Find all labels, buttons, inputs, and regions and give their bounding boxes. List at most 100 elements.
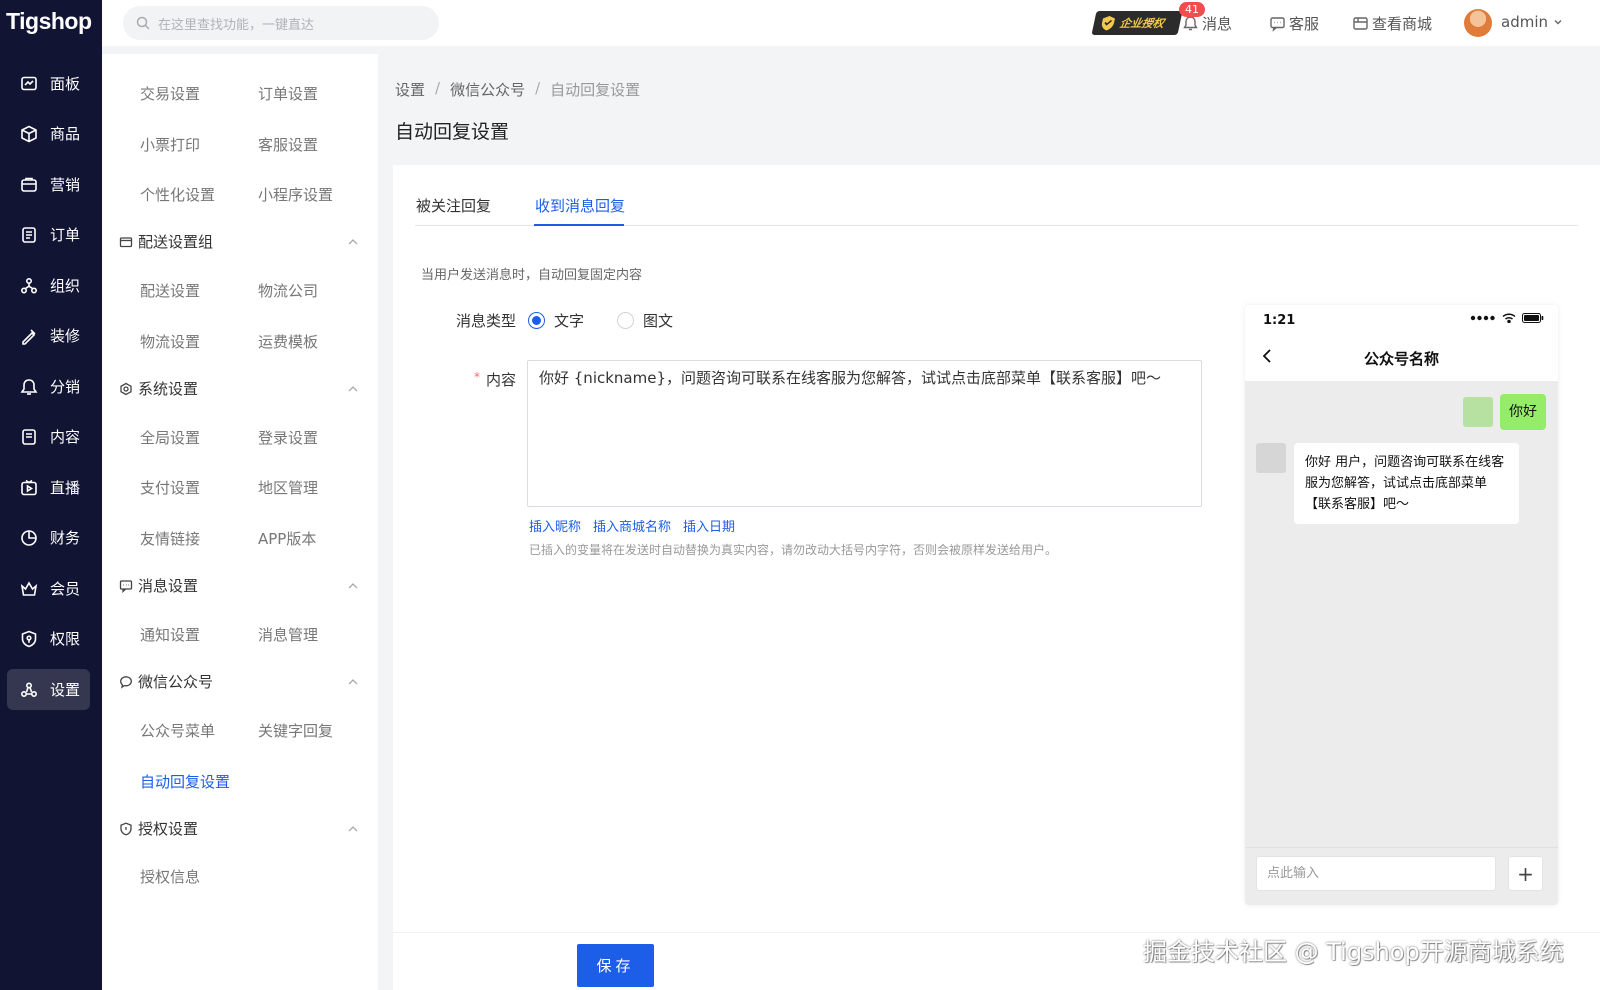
rail-item-distribution[interactable]: 分销 xyxy=(7,366,90,407)
nav-group-message[interactable]: 消息设置 xyxy=(119,575,364,596)
search-placeholder: 在这里查找功能，一键直达 xyxy=(158,17,315,33)
page-title: 自动回复设置 xyxy=(395,121,510,143)
rail-label: 商品 xyxy=(50,125,81,143)
radio-label: 图文 xyxy=(643,312,674,330)
rail-label: 订单 xyxy=(50,226,81,244)
tab-follow-reply[interactable]: 被关注回复 xyxy=(416,195,491,216)
box-icon xyxy=(18,125,40,143)
nav-item-logistics[interactable]: 物流设置 xyxy=(140,331,200,352)
nav-item-msg-manage[interactable]: 消息管理 xyxy=(258,624,318,645)
global-search[interactable]: 在这里查找功能，一键直达 xyxy=(123,6,439,40)
rail-label: 财务 xyxy=(50,529,81,547)
radio-dot xyxy=(617,312,634,329)
plus-button[interactable]: + xyxy=(1508,856,1543,891)
avatar[interactable] xyxy=(1464,9,1492,37)
rail-item-finance[interactable]: 财务 xyxy=(7,517,90,558)
nav-group-system[interactable]: 系统设置 xyxy=(119,378,364,399)
rail-item-marketing[interactable]: 营销 xyxy=(7,164,90,205)
nav-group-wechat[interactable]: 微信公众号 xyxy=(119,671,364,692)
outgoing-message: 你好 xyxy=(1463,394,1546,430)
nav-item-links[interactable]: 友情链接 xyxy=(140,528,200,549)
rail-item-decorate[interactable]: 装修 xyxy=(7,315,90,356)
breadcrumb-current: 自动回复设置 xyxy=(550,81,641,99)
rail-label: 装修 xyxy=(50,327,81,345)
nav-item-payment[interactable]: 支付设置 xyxy=(140,477,200,498)
store-label: 查看商城 xyxy=(1372,15,1433,33)
rail-label: 直播 xyxy=(50,479,81,497)
nav-item-notify[interactable]: 通知设置 xyxy=(140,624,200,645)
insert-date-link[interactable]: 插入日期 xyxy=(683,516,735,535)
search-icon xyxy=(136,16,150,30)
nav-item-delivery[interactable]: 配送设置 xyxy=(140,280,200,301)
rail-item-member[interactable]: 会员 xyxy=(7,568,90,609)
breadcrumb-item[interactable]: 设置 xyxy=(395,79,425,100)
radio-text[interactable]: 文字 xyxy=(528,310,584,331)
nav-item-region[interactable]: 地区管理 xyxy=(258,477,318,498)
tab-message-reply[interactable]: 收到消息回复 xyxy=(535,195,625,216)
breadcrumb-item[interactable]: 微信公众号 xyxy=(450,79,525,100)
rail-item-org[interactable]: 组织 xyxy=(7,265,90,306)
radio-dot xyxy=(528,312,545,329)
content-textarea[interactable] xyxy=(527,360,1202,507)
rail-item-dashboard[interactable]: 面板 xyxy=(7,63,90,104)
chevron-up-icon xyxy=(347,580,359,592)
user-menu[interactable]: admin xyxy=(1501,13,1563,31)
rail-item-goods[interactable]: 商品 xyxy=(7,113,90,154)
messages-label: 消息 xyxy=(1202,15,1233,33)
customer-service-link[interactable]: 客服 xyxy=(1269,13,1319,34)
required-mark: * xyxy=(474,370,480,384)
phone-input[interactable]: 点此输入 xyxy=(1256,856,1496,891)
official-account-name: 公众号名称 xyxy=(1363,350,1439,368)
org-icon xyxy=(18,277,40,295)
rail-item-settings[interactable]: 设置 xyxy=(7,669,90,710)
nav-item-personal[interactable]: 个性化设置 xyxy=(140,184,215,205)
content-icon xyxy=(18,428,40,446)
phone-header: 1:21 公众号名称 xyxy=(1245,305,1558,381)
phone-preview: 1:21 公众号名称 你好 你好 用户，问题咨询可联系在线客服为您解答，试试点击… xyxy=(1245,305,1558,905)
rail-label: 营销 xyxy=(50,176,81,194)
nav-item-wechat-menu[interactable]: 公众号菜单 xyxy=(140,720,215,741)
back-arrow-icon[interactable] xyxy=(1261,348,1273,364)
radio-rich-media[interactable]: 图文 xyxy=(617,310,673,331)
nav-item-receipt[interactable]: 小票打印 xyxy=(140,134,200,155)
nav-item-global[interactable]: 全局设置 xyxy=(140,427,200,448)
nav-item-keyword-reply[interactable]: 关键字回复 xyxy=(258,720,333,741)
nav-item-logistics-company[interactable]: 物流公司 xyxy=(258,280,318,301)
wifi-icon xyxy=(1502,313,1516,323)
decorate-icon xyxy=(18,327,40,345)
rail-label: 会员 xyxy=(50,580,81,598)
rail-label: 分销 xyxy=(50,378,81,396)
chevron-up-icon xyxy=(347,823,359,835)
nav-item-app-version[interactable]: APP版本 xyxy=(258,528,316,549)
variable-tip: 已插入的变量将在发送时自动替换为真实内容，请勿改动大括号内字符，否则会被原样发送… xyxy=(529,543,1058,557)
insert-store-name-link[interactable]: 插入商城名称 xyxy=(593,516,671,535)
nav-item-auto-reply[interactable]: 自动回复设置 xyxy=(140,771,230,792)
rail-item-live[interactable]: 直播 xyxy=(7,467,90,508)
nav-group-delivery[interactable]: 配送设置组 xyxy=(119,231,364,252)
nav-item-freight[interactable]: 运费模板 xyxy=(258,331,318,352)
main-rail: Tigshop 面板 商品 营销 订单 组织 装修 分销 内容 直播 财务 会员… xyxy=(0,0,102,990)
live-icon xyxy=(18,479,40,497)
save-button[interactable]: 保存 xyxy=(577,944,654,987)
nav-group-license[interactable]: 授权设置 xyxy=(119,818,364,839)
rail-item-content[interactable]: 内容 xyxy=(7,416,90,457)
account-avatar xyxy=(1256,443,1286,473)
message-icon xyxy=(119,579,133,593)
nav-item-service[interactable]: 客服设置 xyxy=(258,134,318,155)
nav-item-license-info[interactable]: 授权信息 xyxy=(140,866,200,887)
view-store-link[interactable]: 查看商城 xyxy=(1352,13,1432,34)
rail-item-permission[interactable]: 权限 xyxy=(7,618,90,659)
nav-item-trade[interactable]: 交易设置 xyxy=(140,83,200,104)
phone-input-bar: 点此输入 + xyxy=(1245,847,1558,905)
nav-item-miniapp[interactable]: 小程序设置 xyxy=(258,184,333,205)
enterprise-auth-badge[interactable]: 企业授权 xyxy=(1091,11,1183,35)
distribution-icon xyxy=(18,378,40,396)
watermark: 掘金技术社区 @ Tigshop开源商城系统 xyxy=(1143,938,1564,966)
status-bar xyxy=(1470,313,1544,323)
breadcrumb: 设置 / 微信公众号 / 自动回复设置 xyxy=(395,79,640,100)
insert-nickname-link[interactable]: 插入昵称 xyxy=(529,516,581,535)
nav-item-login[interactable]: 登录设置 xyxy=(258,427,318,448)
nav-item-order[interactable]: 订单设置 xyxy=(258,83,318,104)
rail-item-orders[interactable]: 订单 xyxy=(7,214,90,255)
rail-label: 设置 xyxy=(50,681,81,699)
